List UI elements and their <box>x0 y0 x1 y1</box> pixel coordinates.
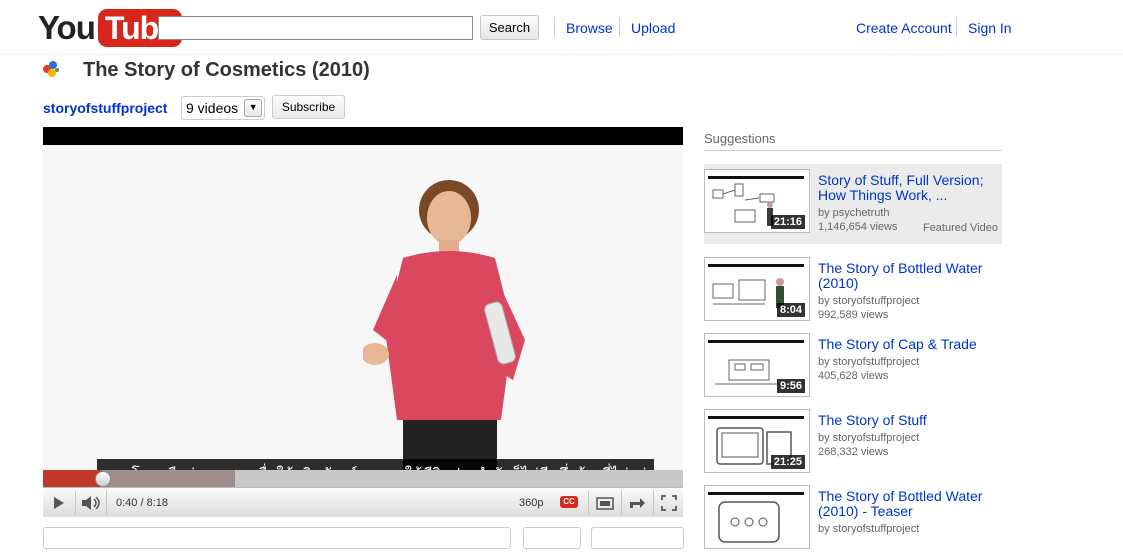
suggestion-item[interactable]: 9:56 The Story of Cap & Trade by storyof… <box>704 328 1002 408</box>
suggestion-views: 268,332 views <box>818 446 889 458</box>
suggestion-author[interactable]: by psychetruth <box>818 207 1002 219</box>
suggestion-views: 992,589 views <box>818 309 889 321</box>
suggestion-author[interactable]: by storyofstuffproject <box>818 432 1002 444</box>
suggestion-item[interactable]: 21:16 Story of Stuff, Full Version; How T… <box>704 164 1002 244</box>
videos-count: 9 videos <box>186 100 239 116</box>
chevron-down-icon: ▼ <box>244 99 263 117</box>
suggestion-views: 405,628 views <box>818 370 889 382</box>
video-player[interactable]: ของโหลหรือส่วนบุคคลเพื่อให้ผลิตภัณฑ์ดูแล… <box>43 127 683 517</box>
suggestion-author[interactable]: by storyofstuffproject <box>818 523 1002 535</box>
suggestions-heading: Suggestions <box>704 131 776 146</box>
duration-badge: 21:25 <box>770 455 805 469</box>
suggestion-item[interactable]: 8:04 The Story of Bottled Water (2010) by… <box>704 252 1002 332</box>
video-info-bar <box>43 527 511 549</box>
sign-in-link[interactable]: Sign In <box>968 20 1012 36</box>
video-thumbnail[interactable]: 8:04 <box>704 257 810 321</box>
create-account-link[interactable]: Create Account <box>856 20 952 36</box>
duration-badge: 9:56 <box>776 379 805 393</box>
scrubber-handle[interactable] <box>94 471 111 487</box>
nav-divider <box>956 17 957 37</box>
channel-dots-icon <box>43 61 65 81</box>
popout-button[interactable] <box>591 488 619 517</box>
quality-selector[interactable]: 360p <box>519 497 543 509</box>
view-count-box <box>591 527 684 549</box>
video-thumbnail[interactable]: 21:25 <box>704 409 810 473</box>
suggestion-title[interactable]: The Story of Bottled Water (2010) - Tease… <box>818 489 1002 519</box>
suggestion-author[interactable]: by storyofstuffproject <box>818 295 1002 307</box>
time-display: 0:40 / 8:18 <box>116 497 168 509</box>
logo-you-text: You <box>38 9 96 46</box>
fullscreen-icon <box>661 495 677 511</box>
video-thumbnail[interactable]: 9:56 <box>704 333 810 397</box>
progress-played <box>43 470 102 487</box>
masthead: You Tube Search Browse Upload Create Acc… <box>0 0 1123 55</box>
channel-link[interactable]: storyofstuffproject <box>43 100 167 116</box>
share-arrow-icon <box>630 498 645 508</box>
video-thumbnail[interactable]: 21:16 <box>704 169 810 233</box>
suggestion-title[interactable]: The Story of Cap & Trade <box>818 337 1002 352</box>
play-icon <box>54 497 64 509</box>
suggestion-author[interactable]: by storyofstuffproject <box>818 356 1002 368</box>
video-frame[interactable]: ของโหลหรือส่วนบุคคลเพื่อให้ผลิตภัณฑ์ดูแล… <box>43 145 683 489</box>
upload-link[interactable]: Upload <box>631 20 675 36</box>
subscribe-button[interactable]: Subscribe <box>272 95 345 119</box>
search-input[interactable] <box>158 16 473 40</box>
suggestion-title[interactable]: The Story of Stuff <box>818 413 1002 428</box>
volume-button[interactable] <box>76 488 106 517</box>
share-button[interactable] <box>623 488 651 517</box>
presenter-figure <box>363 180 525 470</box>
suggestion-item[interactable]: 21:25 The Story of Stuff by storyofstuff… <box>704 404 1002 484</box>
captions-button[interactable]: CC <box>560 496 578 508</box>
divider <box>704 150 1002 151</box>
volume-icon <box>82 496 100 510</box>
progress-bar[interactable] <box>43 470 683 487</box>
suggestion-item[interactable]: The Story of Bottled Water (2010) - Tease… <box>704 480 1002 560</box>
nav-divider <box>619 17 620 37</box>
player-controls: 0:40 / 8:18 360p CC <box>43 487 683 517</box>
search-button[interactable]: Search <box>480 15 539 40</box>
popout-icon <box>596 497 614 510</box>
suggestion-title[interactable]: The Story of Bottled Water (2010) <box>818 261 1002 291</box>
play-button[interactable] <box>43 488 75 517</box>
video-title: The Story of Cosmetics (2010) <box>83 59 370 81</box>
nav-divider <box>554 17 555 37</box>
browse-link[interactable]: Browse <box>566 20 613 36</box>
suggestion-title[interactable]: Story of Stuff, Full Version; How Things … <box>818 173 1002 203</box>
duration-badge: 21:16 <box>770 215 805 229</box>
fullscreen-button[interactable] <box>655 488 683 517</box>
action-button[interactable] <box>523 527 581 549</box>
featured-label: Featured Video <box>922 222 998 234</box>
channel-videos-dropdown[interactable]: 9 videos ▼ <box>181 96 266 120</box>
progress-loaded <box>101 470 235 487</box>
duration-badge: 8:04 <box>776 303 805 317</box>
video-thumbnail[interactable] <box>704 485 810 549</box>
